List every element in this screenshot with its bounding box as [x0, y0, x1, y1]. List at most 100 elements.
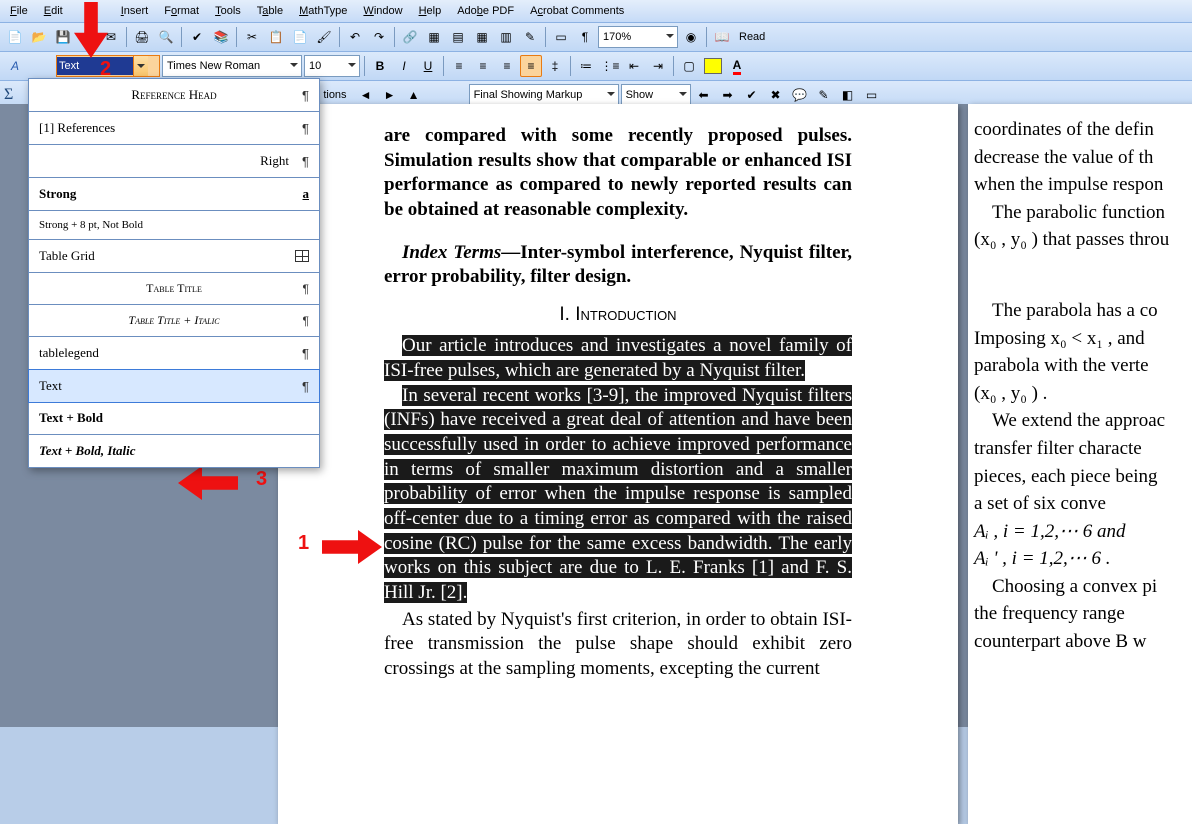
style-label: Strong — [39, 186, 76, 202]
nav-up-icon[interactable]: ▲ — [403, 84, 425, 106]
menu-insert[interactable]: Insert — [113, 3, 157, 19]
style-item-tabletitle-italic[interactable]: Table Title + Italic¶ — [29, 305, 319, 337]
styles-pane-icon[interactable]: A — [4, 55, 26, 77]
style-item-reference-head[interactable]: Reference Head¶ — [29, 79, 319, 112]
undo-icon[interactable]: ↶ — [344, 26, 366, 48]
help-icon[interactable]: ◉ — [680, 26, 702, 48]
reviewing-pane-icon[interactable]: ▭ — [861, 84, 883, 106]
research-icon[interactable]: 📚 — [210, 26, 232, 48]
menu-mathtype[interactable]: MathType — [291, 3, 355, 19]
style-label: tablelegend — [39, 345, 99, 361]
show-hide-icon[interactable]: ¶ — [574, 26, 596, 48]
style-dropdown-list[interactable]: Reference Head¶ [1] References¶ Right¶ S… — [28, 78, 320, 468]
menu-window[interactable]: Window — [355, 3, 410, 19]
redo-icon[interactable]: ↷ — [368, 26, 390, 48]
style-item-tablegrid[interactable]: Table Grid — [29, 240, 319, 273]
track-icon[interactable]: ✎ — [813, 84, 835, 106]
menu-format[interactable]: Format — [156, 3, 207, 19]
justify-icon[interactable]: ≡ — [520, 55, 542, 77]
hyperlink-icon[interactable]: 🔗 — [399, 26, 421, 48]
align-center-icon[interactable]: ≡ — [472, 55, 494, 77]
paste-icon[interactable]: 📄 — [289, 26, 311, 48]
accept-icon[interactable]: ✔ — [741, 84, 763, 106]
read-label[interactable]: Read — [735, 31, 769, 43]
style-item-strong8[interactable]: Strong + 8 pt, Not Bold — [29, 211, 319, 240]
save-icon[interactable]: 💾 — [52, 26, 74, 48]
balloon-icon[interactable]: ◧ — [837, 84, 859, 106]
menu-acrobat[interactable]: Acrobat Comments — [522, 3, 632, 19]
style-item-tablelegend[interactable]: tablelegend¶ — [29, 337, 319, 370]
open-icon[interactable]: 📂 — [28, 26, 50, 48]
underline-button[interactable]: U — [417, 55, 439, 77]
show-combo[interactable]: Show — [621, 84, 691, 106]
zoom-combo[interactable]: 170% — [598, 26, 678, 48]
col2-line: (x₀ , y₀ ) . — [974, 380, 1192, 408]
style-label: Text + Bold — [39, 410, 103, 426]
body-para-selected[interactable]: Our article introduces and investigates … — [384, 334, 852, 606]
style-item-text[interactable]: Text¶ — [28, 369, 320, 403]
reject-icon[interactable]: ✖ — [765, 84, 787, 106]
sigma-icon[interactable]: Σ — [4, 86, 13, 104]
format-painter-icon[interactable]: 🖌 — [313, 26, 335, 48]
excel-icon[interactable]: ▦ — [471, 26, 493, 48]
preview-icon[interactable]: 🔍 — [155, 26, 177, 48]
style-label: Right — [260, 153, 289, 169]
indent-icon[interactable]: ⇥ — [647, 55, 669, 77]
prev-change-icon[interactable]: ⬅ — [693, 84, 715, 106]
document-page[interactable]: are compared with some recently proposed… — [278, 104, 958, 824]
review-mode-combo[interactable]: Final Showing Markup — [469, 84, 619, 106]
menu-adobe[interactable]: Adobe PDF — [449, 3, 522, 19]
read-icon[interactable]: 📖 — [711, 26, 733, 48]
italic-button[interactable]: I — [393, 55, 415, 77]
style-item-references[interactable]: [1] References¶ — [29, 112, 319, 145]
style-label: Text — [39, 378, 62, 394]
menu-help[interactable]: Help — [411, 3, 450, 19]
borders-icon[interactable]: ▢ — [678, 55, 700, 77]
menu-file[interactable]: FFileile — [2, 3, 36, 19]
style-item-right[interactable]: Right¶ — [29, 145, 319, 178]
abstract-text: are compared with some recently proposed… — [384, 124, 852, 223]
col2-eq: H( f ) = ⎯( — [974, 262, 1192, 290]
col2-line: parabola with the verte — [974, 352, 1192, 380]
document-page-col2[interactable]: coordinates of the defin decrease the va… — [968, 104, 1192, 824]
col2-line: Choosing a convex pi — [974, 573, 1192, 601]
next-change-icon[interactable]: ➡ — [717, 84, 739, 106]
docmap-icon[interactable]: ▭ — [550, 26, 572, 48]
comment-icon[interactable]: 💬 — [789, 84, 811, 106]
insert-table-icon[interactable]: ▤ — [447, 26, 469, 48]
highlight-icon[interactable] — [702, 55, 724, 77]
font-combo[interactable]: Times New Roman — [162, 55, 302, 77]
style-item-text-bold-italic[interactable]: Text + Bold, Italic — [29, 435, 319, 467]
print-icon[interactable]: 🖨 — [131, 26, 153, 48]
outdent-icon[interactable]: ⇤ — [623, 55, 645, 77]
drawing-icon[interactable]: ✎ — [519, 26, 541, 48]
font-color-icon[interactable]: A — [726, 55, 748, 77]
nav-prev-icon[interactable]: ◄ — [355, 84, 377, 106]
style-item-tabletitle[interactable]: Table Title¶ — [29, 273, 319, 305]
style-input[interactable] — [57, 57, 133, 75]
cut-icon[interactable]: ✂ — [241, 26, 263, 48]
nav-next-icon[interactable]: ► — [379, 84, 401, 106]
spell-icon[interactable]: ✔ — [186, 26, 208, 48]
size-combo[interactable]: 10 — [304, 55, 360, 77]
col2-line: The parabolic function — [974, 199, 1192, 227]
menu-edit[interactable]: Edit — [36, 3, 71, 19]
align-right-icon[interactable]: ≡ — [496, 55, 518, 77]
bold-button[interactable]: B — [369, 55, 391, 77]
menu-bar: FFileile Edit Insert Format Tools Table … — [0, 0, 1192, 23]
section-heading: I. Introduction — [384, 304, 852, 326]
style-label: Table Title + Italic — [128, 313, 219, 328]
line-spacing-icon[interactable]: ‡ — [544, 55, 566, 77]
columns-icon[interactable]: ▥ — [495, 26, 517, 48]
numbering-icon[interactable]: ≔ — [575, 55, 597, 77]
style-dropdown-btn[interactable] — [133, 56, 148, 76]
tables-borders-icon[interactable]: ▦ — [423, 26, 445, 48]
style-item-strong[interactable]: Stronga — [29, 178, 319, 211]
bullets-icon[interactable]: ⋮≡ — [599, 55, 621, 77]
style-item-text-bold[interactable]: Text + Bold — [29, 402, 319, 435]
new-doc-icon[interactable]: 📄 — [4, 26, 26, 48]
menu-table[interactable]: Table — [249, 3, 291, 19]
menu-tools[interactable]: Tools — [207, 3, 249, 19]
align-left-icon[interactable]: ≡ — [448, 55, 470, 77]
copy-icon[interactable]: 📋 — [265, 26, 287, 48]
